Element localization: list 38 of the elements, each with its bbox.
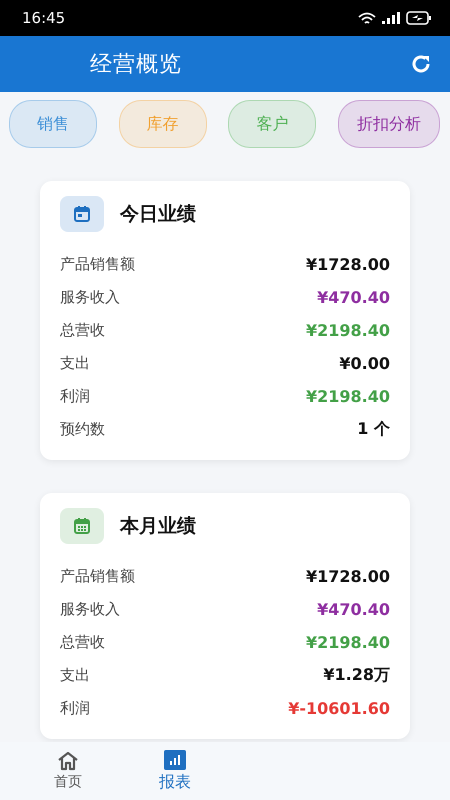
battery-charging-icon [406, 11, 432, 25]
home-icon [57, 751, 79, 771]
metric-label: 总营收 [60, 633, 105, 652]
metric-label: 服务收入 [60, 600, 120, 619]
nav-item[interactable]: 报表 [122, 742, 234, 800]
metric-value: ¥0.00 [339, 354, 390, 373]
status-time: 16:45 [22, 9, 66, 27]
metric-label: 产品销售额 [60, 567, 135, 586]
metric-label: 服务收入 [60, 288, 120, 307]
metric-value: 1 个 [357, 419, 390, 440]
metric-value: ¥2198.40 [306, 633, 390, 652]
metric-label: 支出 [60, 354, 90, 373]
metric-value: ¥1728.00 [306, 567, 390, 586]
signal-icon [382, 12, 400, 24]
metric-label: 预约数 [60, 420, 105, 439]
refresh-icon[interactable] [410, 53, 432, 75]
category-tab[interactable]: 销售 [9, 100, 97, 148]
chart-icon [164, 750, 186, 770]
page-title: 经营概览 [90, 51, 182, 79]
wifi-icon [358, 12, 376, 24]
metric-value: ¥1728.00 [306, 255, 390, 274]
metric-value: ¥-10601.60 [288, 699, 390, 718]
metric-label: 利润 [60, 387, 90, 406]
metric-value: ¥2198.40 [306, 387, 390, 406]
metric-label: 产品销售额 [60, 255, 135, 274]
card-title: 本月业绩 [120, 514, 196, 539]
metric-label: 总营收 [60, 321, 105, 340]
card-title: 今日业绩 [120, 202, 196, 227]
metric-label: 支出 [60, 666, 90, 685]
metric-label: 利润 [60, 699, 90, 718]
category-tab[interactable]: 折扣分析 [338, 100, 440, 148]
metric-value: ¥1.28万 [323, 665, 390, 686]
calendar-icon [73, 205, 91, 223]
metric-value: ¥470.40 [317, 600, 390, 619]
metric-value: ¥470.40 [317, 288, 390, 307]
calendar-icon [73, 517, 91, 535]
metric-value: ¥2198.40 [306, 321, 390, 340]
nav-item[interactable]: 首页 [0, 742, 112, 800]
